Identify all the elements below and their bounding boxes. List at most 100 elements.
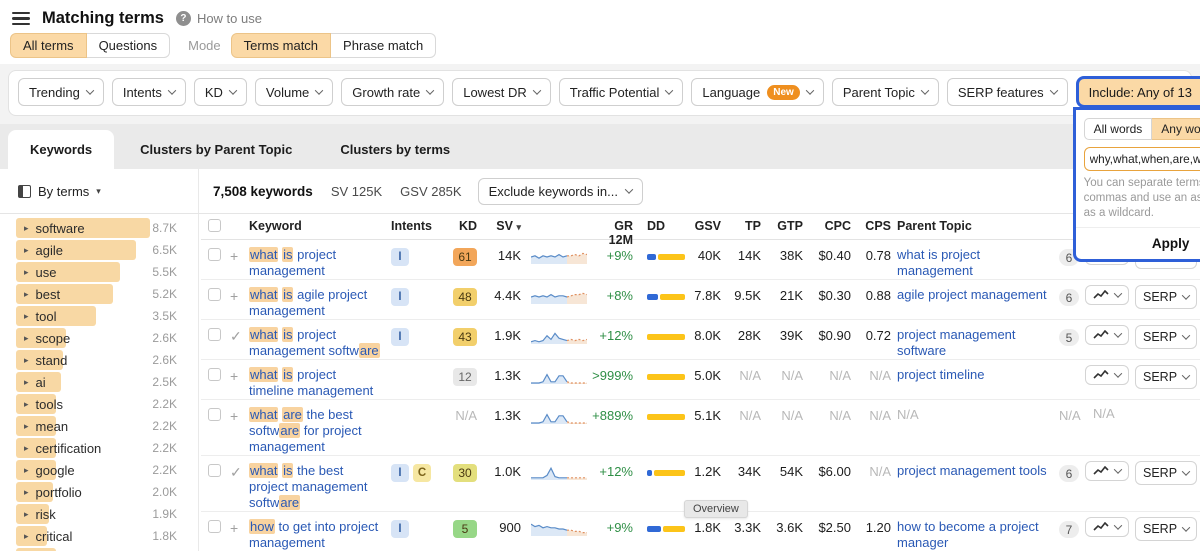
filter-intents[interactable]: Intents xyxy=(112,78,186,106)
dd-cell xyxy=(639,240,685,260)
col-cpc[interactable]: CPC xyxy=(809,214,857,233)
parent-topic-link[interactable]: project management software xyxy=(897,327,1016,358)
tab-clusters-by-terms[interactable]: Clusters by terms xyxy=(318,130,472,169)
serp-button[interactable]: SERP xyxy=(1135,325,1197,349)
sidebar-item-certification[interactable]: ▸certification2.2K xyxy=(0,437,198,459)
exclude-keywords-button[interactable]: Exclude keywords in... xyxy=(478,178,643,205)
include-filter-chip[interactable]: Include: Any of 13 × xyxy=(1076,76,1200,108)
add-keyword-button[interactable]: + xyxy=(227,400,249,424)
keyword-link[interactable]: what is agile project management xyxy=(249,287,367,318)
parent-topic-link[interactable]: project timeline xyxy=(897,367,984,382)
sidebar-item-use[interactable]: ▸use5.5K xyxy=(0,261,198,283)
filter-traffic-potential[interactable]: Traffic Potential xyxy=(559,78,684,106)
keyword-link[interactable]: what is the best project management soft… xyxy=(249,463,368,510)
filter-band: Trending Intents KD Volume Growth rate Lowest… xyxy=(0,64,1200,124)
include-helper-text: You can separate terms with commas and u… xyxy=(1084,176,1200,221)
toggle-all-words[interactable]: All words xyxy=(1084,118,1153,140)
tab-keywords[interactable]: Keywords xyxy=(8,130,114,169)
mode-phrase-match[interactable]: Phrase match xyxy=(331,33,436,58)
add-keyword-button[interactable]: + xyxy=(227,360,249,384)
add-keyword-button[interactable]: + xyxy=(227,240,249,264)
serp-count-value: N/A xyxy=(1059,408,1081,423)
include-terms-input[interactable] xyxy=(1084,147,1200,171)
sidebar-item-scope[interactable]: ▸scope2.6K xyxy=(0,327,198,349)
col-cps[interactable]: CPS xyxy=(857,214,897,233)
scope-all-terms[interactable]: All terms xyxy=(10,33,87,58)
filter-serp-features[interactable]: SERP features xyxy=(947,78,1068,106)
filter-parent-topic[interactable]: Parent Topic xyxy=(832,78,939,106)
sidebar-item-ai[interactable]: ▸ai2.5K xyxy=(0,371,198,393)
hamburger-menu-icon[interactable] xyxy=(12,12,30,25)
parent-topic-link[interactable]: agile project management xyxy=(897,287,1047,302)
row-checkbox[interactable] xyxy=(208,464,221,477)
row-checkbox[interactable] xyxy=(208,248,221,261)
filter-kd[interactable]: KD xyxy=(194,78,247,106)
keyword-cell: what is project management software xyxy=(249,320,391,359)
serp-button[interactable]: SERP xyxy=(1135,517,1197,541)
col-sv[interactable]: SV ▾ xyxy=(483,214,527,233)
row-checkbox[interactable] xyxy=(208,520,221,533)
col-kd[interactable]: KD xyxy=(443,214,483,233)
filter-trending[interactable]: Trending xyxy=(18,78,104,106)
position-history-button[interactable] xyxy=(1085,461,1129,481)
added-check-icon[interactable]: ✓ xyxy=(227,320,249,345)
position-history-button[interactable] xyxy=(1085,285,1129,305)
select-all-checkbox[interactable] xyxy=(208,219,221,232)
add-keyword-button[interactable]: + xyxy=(227,280,249,304)
toggle-any-word[interactable]: Any word xyxy=(1152,118,1200,140)
group-by-dropdown[interactable]: By terms ▾ xyxy=(0,169,199,213)
sidebar-item-software[interactable]: ▸software8.7K xyxy=(0,217,198,239)
col-keyword[interactable]: Keyword xyxy=(249,214,391,233)
serp-button[interactable]: SERP xyxy=(1135,365,1197,389)
serp-button[interactable]: SERP xyxy=(1135,461,1197,485)
col-gsv[interactable]: GSV xyxy=(685,214,727,233)
scope-questions[interactable]: Questions xyxy=(87,33,171,58)
sidebar-item-google[interactable]: ▸google2.2K xyxy=(0,459,198,481)
kd-badge: 5 xyxy=(453,520,477,538)
added-check-icon[interactable]: ✓ xyxy=(227,456,249,481)
position-history-button[interactable] xyxy=(1085,517,1129,537)
sidebar-item-risk[interactable]: ▸risk1.9K xyxy=(0,503,198,525)
sidebar-item-tool[interactable]: ▸tool3.5K xyxy=(0,305,198,327)
keyword-link[interactable]: what is project management xyxy=(249,247,336,278)
sidebar-item-stand[interactable]: ▸stand2.6K xyxy=(0,349,198,371)
keyword-link[interactable]: how to get into project management xyxy=(249,519,378,550)
filter-lowest-dr[interactable]: Lowest DR xyxy=(452,78,551,106)
keyword-link[interactable]: what is project management software xyxy=(249,327,380,358)
sidebar-item-mean[interactable]: ▸mean2.2K xyxy=(0,415,198,437)
row-checkbox[interactable] xyxy=(208,408,221,421)
filter-growth-rate[interactable]: Growth rate xyxy=(341,78,444,106)
add-keyword-button[interactable]: + xyxy=(227,512,249,536)
sidebar-item-critical[interactable]: ▸critical1.8K xyxy=(0,525,198,547)
keyword-link[interactable]: what is project timeline management xyxy=(249,367,373,398)
dd-bar-yellow xyxy=(647,374,685,380)
chevron-down-icon xyxy=(1114,521,1122,529)
gsv-value: 5.0K xyxy=(685,360,727,383)
sidebar-item-portfolio[interactable]: ▸portfolio2.0K xyxy=(0,481,198,503)
col-gtp[interactable]: GTP xyxy=(767,214,809,233)
row-checkbox[interactable] xyxy=(208,368,221,381)
how-to-use-link[interactable]: ? How to use xyxy=(176,11,262,26)
parent-topic-link[interactable]: what is project management xyxy=(897,247,980,278)
parent-topic-link[interactable]: project management tools xyxy=(897,463,1047,478)
filter-volume[interactable]: Volume xyxy=(255,78,333,106)
parent-topic-link[interactable]: how to become a project manager xyxy=(897,519,1039,550)
row-checkbox[interactable] xyxy=(208,328,221,341)
position-history-button[interactable] xyxy=(1085,365,1129,385)
col-dd[interactable]: DD xyxy=(639,214,685,233)
row-checkbox[interactable] xyxy=(208,288,221,301)
tab-clusters-by-parent-topic[interactable]: Clusters by Parent Topic xyxy=(118,130,314,169)
filter-language[interactable]: LanguageNew xyxy=(691,78,823,106)
position-history-button[interactable] xyxy=(1085,325,1129,345)
mode-terms-match[interactable]: Terms match xyxy=(231,33,331,58)
apply-button[interactable]: Apply xyxy=(1076,227,1200,259)
sidebar-item-tools[interactable]: ▸tools2.2K xyxy=(0,393,198,415)
sidebar-item-agile[interactable]: ▸agile6.5K xyxy=(0,239,198,261)
sidebar-item-best[interactable]: ▸best5.2K xyxy=(0,283,198,305)
col-tp[interactable]: TP xyxy=(727,214,767,233)
col-parent-topic[interactable]: Parent Topic xyxy=(897,214,1059,233)
col-intents[interactable]: Intents xyxy=(391,214,443,233)
filter-label: Intents xyxy=(123,85,162,100)
keyword-link[interactable]: what are the best software for project m… xyxy=(249,407,362,454)
serp-button[interactable]: SERP xyxy=(1135,285,1197,309)
